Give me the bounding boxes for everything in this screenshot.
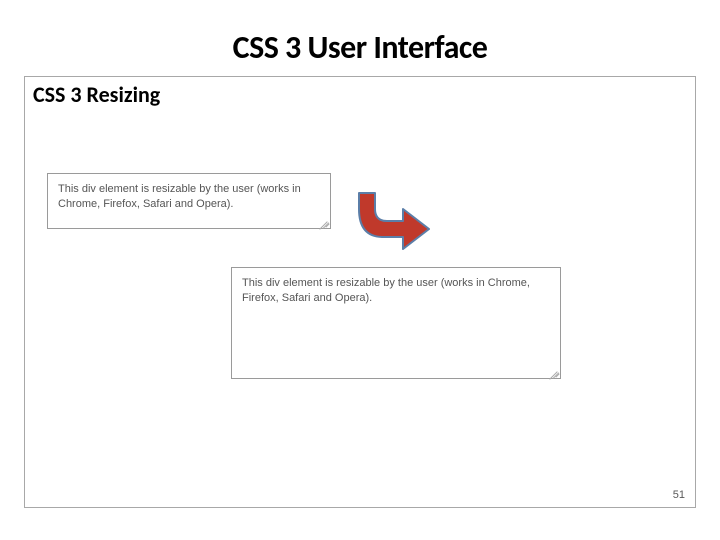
curved-arrow-icon (355, 187, 435, 267)
demo-text-before: This div element is resizable by the use… (58, 183, 301, 210)
slide-subtitle: CSS 3 Resizing (33, 81, 160, 108)
demo-text-after: This div element is resizable by the use… (242, 277, 530, 304)
resize-grip-icon (319, 217, 329, 227)
content-frame: CSS 3 Resizing This div element is resiz… (24, 76, 696, 508)
page-number: 51 (673, 489, 685, 501)
slide-title: CSS 3 User Interface (0, 28, 720, 67)
resizable-div-after: This div element is resizable by the use… (231, 267, 561, 379)
resize-grip-icon (549, 367, 559, 377)
resizable-div-before: This div element is resizable by the use… (47, 173, 331, 229)
